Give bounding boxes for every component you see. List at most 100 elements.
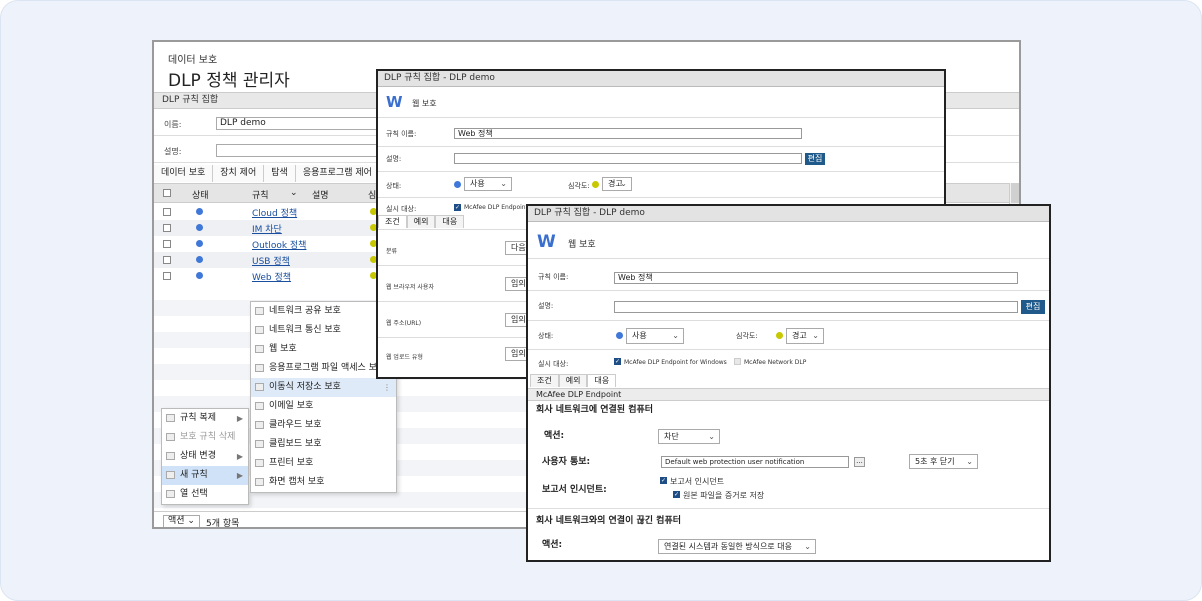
rule-link[interactable]: IM 차단 [252,222,282,235]
save-evidence-checkbox[interactable]: ✓ [673,491,680,498]
tab-reactions[interactable]: 대응 [435,215,465,228]
submenu-item[interactable]: 응용프로그램 파일 액세스 보호 [251,359,396,378]
rule-icon [255,364,264,372]
rule-name-input[interactable]: Web 정책 [614,272,1018,284]
action2-select[interactable]: 연결된 시스템과 동일한 방식으로 대응 ⌄ [658,539,816,554]
duplicate-icon [166,414,175,422]
row-checkbox[interactable] [163,256,171,264]
user-notification-input[interactable]: Default web protection user notification [661,456,849,468]
tab-discovery[interactable]: 탐색 [264,165,296,182]
tab-exceptions[interactable]: 예외 [406,215,436,228]
rule-name-label: 규칙 이름: [538,273,569,281]
severity-select[interactable]: 경고 ⌄ [602,177,632,191]
tab-application-control[interactable]: 응용프로그램 제어 [295,165,380,182]
action2-label: 액션: [542,540,563,550]
state-label: 상태: [538,332,554,340]
columns-icon [166,490,175,498]
column-status[interactable]: 상태 [192,188,209,201]
rule-icon [255,478,264,486]
rule-name-label: 규칙 이름: [386,130,417,138]
condition-row-label: 웹 주소(URL) [386,320,422,327]
menu-item-duplicate-rule[interactable]: 규칙 복제 ▶ [162,409,248,428]
submenu-item[interactable]: 웹 보호 [251,340,396,359]
status-enabled-icon [196,272,203,279]
report-incident-checkbox[interactable]: ✓ [660,477,667,484]
rule-link[interactable]: Cloud 정책 [252,206,297,219]
item-count: 5개 항목 [206,519,240,529]
menu-item-new-rule[interactable]: 새 규칙 ▶ [162,466,248,485]
status-enabled-icon [196,224,203,231]
web-protection-logo-icon: W [386,93,403,111]
dialog-tabs: 조건 예외 대응 [378,215,465,228]
rule-icon [255,345,264,353]
action-label: 액션: [544,431,565,441]
chevron-down-icon[interactable]: ⌄ [290,188,298,198]
name-label: 이름: [164,120,182,129]
breadcrumb[interactable]: 데이터 보호 [168,51,217,66]
page-title: DLP 정책 관리자 [168,71,290,91]
row-checkbox[interactable] [163,272,171,280]
description-label: 설명: [164,147,182,156]
rule-link[interactable]: USB 정책 [252,254,290,267]
actions-label: 액션 [168,516,185,526]
tab-exceptions[interactable]: 예외 [558,374,588,387]
description-input[interactable] [614,301,1018,313]
row-checkbox[interactable] [163,208,171,216]
tab-reactions[interactable]: 대응 [587,374,617,387]
select-all-checkbox[interactable] [163,189,171,197]
dialog-heading: 웹 보호 [412,99,437,108]
target-endpoint-checkbox[interactable]: ✓ [454,204,461,211]
row-checkbox[interactable] [163,224,171,232]
browse-button[interactable]: ... [854,457,865,467]
row-checkbox[interactable] [163,240,171,248]
severity-select[interactable]: 경고 ⌄ [786,328,824,344]
rule-icon [255,402,264,410]
target-endpoint-label: McAfee DLP Endpoint fo [464,204,536,211]
drag-handle-icon: ⋮ [383,383,391,392]
delete-icon [166,433,175,441]
rule-link[interactable]: Web 정책 [252,270,291,283]
submenu-item[interactable]: 네트워크 통신 보호 [251,321,396,340]
actions-dropdown[interactable]: 액션 ⌄ [163,515,200,527]
status-icon [166,452,175,460]
target-endpoint-checkbox[interactable]: ✓ [614,358,621,365]
rule-name-input[interactable]: Web 정책 [454,128,802,139]
description-input[interactable] [454,153,802,164]
rule-icon [255,440,264,448]
rule-type-tabs: 데이터 보호 장치 제어 탐색 응용프로그램 제어 [154,165,380,182]
submenu-item[interactable]: 클라우드 보호 [251,416,396,435]
tab-device-control[interactable]: 장치 제어 [213,165,265,182]
column-rule[interactable]: 규칙 [252,188,269,201]
save-evidence-label: 원본 파일을 증거로 저장 [683,491,765,500]
state-select[interactable]: 사용 ⌄ [626,328,684,344]
status-enabled-icon [196,240,203,247]
submenu-item[interactable]: 프린터 보호 [251,454,396,473]
subsection-header: McAfee DLP Endpoint [528,388,1049,401]
tab-data-protection[interactable]: 데이터 보호 [154,165,214,182]
description-label: 설명: [386,155,402,163]
menu-item-delete-rule[interactable]: 보호 규칙 삭제 [162,428,248,447]
close-timer-select[interactable]: 5초 후 닫기 ⌄ [909,454,978,469]
submenu-item[interactable]: 이동식 저장소 보호 ⋮ [251,378,396,397]
context-menu: 규칙 복제 ▶ 보호 규칙 삭제 상태 변경 ▶ 새 규칙 ▶ 열 선택 [161,408,249,505]
section-disconnected-title: 회사 네트워크와의 연결이 끊긴 컴퓨터 [536,516,682,526]
submenu-item[interactable]: 이메일 보호 [251,397,396,416]
action-select[interactable]: 차단 ⌄ [658,429,720,444]
condition-row-label: 웹 업로드 유형 [386,354,423,361]
state-select[interactable]: 사용 ⌄ [464,177,512,191]
rule-icon [255,326,264,334]
edit-button[interactable]: 편집 [805,153,825,165]
tab-conditions[interactable]: 조건 [530,374,559,387]
edit-button[interactable]: 편집 [1021,300,1045,314]
rule-link[interactable]: Outlook 정책 [252,238,306,251]
tab-conditions[interactable]: 조건 [378,215,407,228]
submenu-item[interactable]: 클립보드 보호 [251,435,396,454]
menu-item-select-columns[interactable]: 열 선택 [162,485,248,504]
state-enabled-icon [616,332,623,339]
user-notification-label: 사용자 통보: [542,457,591,467]
submenu-item[interactable]: 네트워크 공유 보호 [251,302,396,321]
column-description[interactable]: 설명 [312,188,329,201]
submenu-item[interactable]: 화면 캡처 보호 [251,473,396,492]
target-network-checkbox[interactable] [734,358,741,365]
menu-item-change-status[interactable]: 상태 변경 ▶ [162,447,248,466]
